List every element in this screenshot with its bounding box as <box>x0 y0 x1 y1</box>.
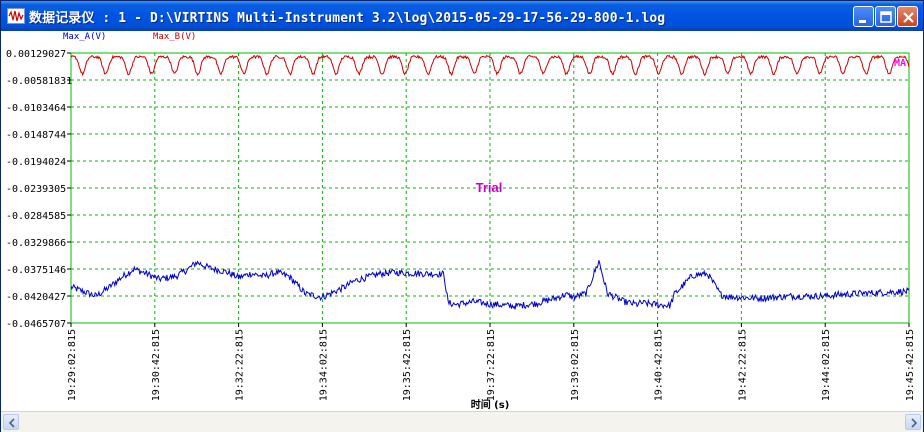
end-marker-label: MA <box>894 58 906 69</box>
y-tick-label: -0.0465707 <box>6 319 66 330</box>
x-tick-label: 19:39:02:815 <box>570 329 581 401</box>
watermark-label: Trial <box>476 180 503 195</box>
scroll-left-button[interactable] <box>3 414 19 430</box>
y-tick-label: -0.0420427 <box>6 292 66 303</box>
y-tick-label: -0.0148744 <box>6 130 66 141</box>
maximize-button[interactable] <box>875 6 896 27</box>
y-tick-label: 0.00129027 <box>6 49 66 60</box>
x-tick-label: 19:37:22:815 <box>486 329 497 401</box>
data-logger-window: 数据记录仪 : 1 - D:\VIRTINS Multi-Instrument … <box>0 0 924 432</box>
y-tick-label: -0.0239305 <box>6 184 66 195</box>
x-axis-title: 时间 (s) <box>471 398 510 411</box>
x-tick-label: 19:45:42:815 <box>905 329 916 401</box>
close-icon <box>903 12 914 23</box>
scroll-right-button[interactable] <box>905 414 921 430</box>
chart-area[interactable]: Max_A(V) Max_B(V) 0.00129027 -0.00581831-… <box>1 31 923 411</box>
x-tick-label: 19:29:02:815 <box>67 329 78 401</box>
close-button[interactable] <box>897 6 918 27</box>
arrow-right-icon <box>911 418 918 428</box>
arrow-left-icon <box>8 418 15 428</box>
x-tick-label: 19:30:42:815 <box>151 329 162 401</box>
y-tick-label: -0.0194024 <box>6 157 66 168</box>
x-tick-label: 19:42:22:815 <box>737 329 748 401</box>
y-tick-label: -0.0375146 <box>6 265 66 276</box>
y-tick-label: -0.0103464 <box>6 103 66 114</box>
y-tick-label: -0.0329866 <box>6 238 66 249</box>
title-bar[interactable]: 数据记录仪 : 1 - D:\VIRTINS Multi-Instrument … <box>1 1 923 31</box>
window-title: 数据记录仪 : 1 - D:\VIRTINS Multi-Instrument … <box>29 11 666 26</box>
y-tick-label: -0.0284585 <box>6 211 66 222</box>
x-tick-label: 19:35:42:815 <box>402 329 413 401</box>
horizontal-scrollbar[interactable] <box>1 411 923 432</box>
waveform-icon[interactable] <box>7 8 25 24</box>
maximize-icon <box>880 11 892 23</box>
minimize-icon <box>859 20 866 23</box>
x-tick-label: 19:32:22:815 <box>235 329 246 401</box>
minimize-button[interactable] <box>853 6 874 27</box>
y-tick-label: -0.00581831 <box>6 76 72 87</box>
x-tick-label: 19:40:42:815 <box>654 329 665 401</box>
line-chart: 0.00129027 -0.00581831 -0.0103464 -0.014874… <box>6 49 916 411</box>
x-tick-label: 19:34:02:815 <box>318 329 329 401</box>
x-tick-label: 19:44:02:815 <box>821 329 832 401</box>
